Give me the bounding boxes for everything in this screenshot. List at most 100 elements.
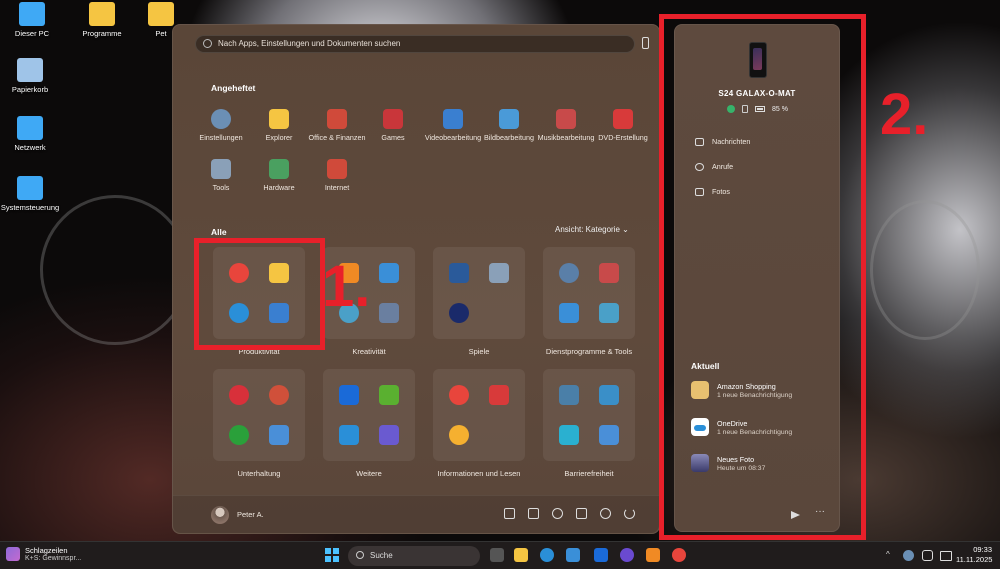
desktop-icon-network[interactable]: Netzwerk — [0, 116, 60, 152]
record-icon — [229, 385, 249, 405]
vlc-taskbar-icon[interactable] — [646, 548, 660, 562]
category-accessibility[interactable] — [543, 369, 635, 461]
pinned-explorer[interactable]: Explorer — [249, 109, 309, 142]
solitaire-icon — [449, 263, 469, 283]
avatar[interactable] — [211, 506, 229, 524]
desktop-icon-recycle-bin[interactable]: Papierkorb — [0, 58, 60, 94]
folder-icon — [89, 2, 115, 26]
search-icon — [203, 39, 212, 48]
desktop-icon-programs[interactable]: Programme — [72, 2, 132, 38]
game-globe-icon — [449, 303, 469, 323]
edge-taskbar-icon[interactable] — [540, 548, 554, 562]
volume-icon[interactable] — [940, 551, 952, 561]
ship-icon — [489, 263, 509, 283]
category-label-entertainment: Unterhaltung — [237, 469, 281, 478]
search-icon — [356, 551, 364, 559]
start-footer: Peter A. — [173, 495, 659, 533]
pinned-tools[interactable]: Tools — [191, 159, 251, 192]
videos-icon[interactable] — [528, 508, 539, 519]
explorer-taskbar-icon[interactable] — [514, 548, 528, 562]
paint-pen-icon — [379, 263, 399, 283]
video-folder-icon — [443, 109, 463, 129]
user-folder-icon — [148, 2, 174, 26]
pinned-settings[interactable]: Einstellungen — [191, 109, 251, 142]
news-icon — [489, 385, 509, 405]
kodi-icon — [339, 425, 359, 445]
desktop-icon-this-pc[interactable]: Dieser PC — [2, 2, 62, 38]
pinned-music-editing[interactable]: Musikbearbeitung — [536, 109, 596, 142]
pinned-hardware[interactable]: Hardware — [249, 159, 309, 192]
notification-tray-icon[interactable] — [922, 550, 933, 561]
chrome-taskbar-icon[interactable] — [672, 548, 686, 562]
accessibility-icon — [599, 425, 619, 445]
store-taskbar-icon[interactable] — [566, 548, 580, 562]
news-widget-icon — [6, 547, 20, 561]
annotation-box-2 — [659, 14, 866, 540]
category-information[interactable] — [433, 369, 525, 461]
tray-chevron-icon[interactable]: ^ — [886, 550, 890, 559]
photo-settings-icon — [379, 303, 399, 323]
task-view-icon[interactable] — [490, 548, 504, 562]
taskbar-clock[interactable]: 09:33 11.11.2025 — [956, 545, 992, 565]
wallpaper-ring-right — [870, 200, 980, 340]
media-player-icon — [269, 385, 289, 405]
gear-icon — [211, 109, 231, 129]
more-apps-icon — [379, 425, 399, 445]
entertainment-icon — [269, 425, 289, 445]
wallpaper-ring-left — [40, 195, 190, 345]
taskbar: Schlagzeilen K+S: Gewinnspr... Suche ^ 09… — [0, 541, 1000, 569]
view-select[interactable]: Ansicht: Kategorie ⌄ — [555, 225, 629, 234]
pinned-video-editing[interactable]: Videobearbeitung — [423, 109, 483, 142]
r-app-icon — [339, 385, 359, 405]
internet-folder-icon — [327, 159, 347, 179]
category-label-more: Weitere — [356, 469, 382, 478]
pinned-internet[interactable]: Internet — [307, 159, 367, 192]
annotation-label-2: 2. — [880, 82, 929, 147]
network-icon — [17, 116, 43, 140]
games-folder-icon — [383, 109, 403, 129]
category-label-creativity: Kreativität — [352, 347, 386, 356]
pinned-title: Angeheftet — [211, 83, 256, 93]
user-name[interactable]: Peter A. — [237, 510, 264, 519]
power-icon[interactable] — [624, 508, 635, 519]
category-label-information: Informationen und Lesen — [437, 469, 521, 478]
category-entertainment[interactable] — [213, 369, 305, 461]
tools-folder-icon — [211, 159, 231, 179]
dvd-folder-icon — [613, 109, 633, 129]
pictures-icon[interactable] — [504, 508, 515, 519]
recycle-bin-icon — [17, 58, 43, 82]
category-more[interactable] — [323, 369, 415, 461]
nvidia-icon — [379, 385, 399, 405]
news-widget[interactable]: Schlagzeilen K+S: Gewinnspr... — [6, 546, 81, 562]
annotation-label-1: 1. — [322, 254, 371, 319]
category-utilities[interactable] — [543, 247, 635, 339]
computer-icon — [19, 2, 45, 26]
control-panel-icon — [17, 176, 43, 200]
category-label-accessibility: Barrierefreiheit — [564, 469, 614, 478]
maps-icon — [449, 385, 469, 405]
pinned-image-editing[interactable]: Bildbearbeitung — [479, 109, 539, 142]
hardware-folder-icon — [269, 159, 289, 179]
desktop-icon-control-panel[interactable]: Systemsteuerung — [0, 176, 60, 212]
store-icon — [559, 303, 579, 323]
pinned-dvd-creation[interactable]: DVD-Erstellung — [593, 109, 653, 142]
settings-gear-icon[interactable] — [600, 508, 611, 519]
category-label-games: Spiele — [468, 347, 490, 356]
pinned-games[interactable]: Games — [363, 109, 423, 142]
category-label-utilities: Dienstprogramme & Tools — [545, 347, 633, 356]
windows-start-icon[interactable] — [325, 548, 339, 562]
start-search-input[interactable]: Nach Apps, Einstellungen und Dokumenten … — [195, 35, 635, 53]
personalization-icon[interactable] — [552, 508, 563, 519]
tools-icon — [599, 263, 619, 283]
taskbar-search[interactable]: Suche — [348, 546, 480, 566]
security-taskbar-icon[interactable] — [620, 548, 634, 562]
documents-folder-icon[interactable] — [576, 508, 587, 519]
phone-link-toggle-icon[interactable] — [642, 37, 649, 49]
annotation-box-1 — [194, 238, 325, 350]
category-games[interactable] — [433, 247, 525, 339]
cloud-tray-icon[interactable] — [903, 550, 914, 561]
outlook-taskbar-icon[interactable] — [594, 548, 608, 562]
chevron-down-icon: ⌄ — [622, 225, 629, 234]
weather-icon — [449, 425, 469, 445]
pinned-office-finance[interactable]: Office & Finanzen — [307, 109, 367, 142]
